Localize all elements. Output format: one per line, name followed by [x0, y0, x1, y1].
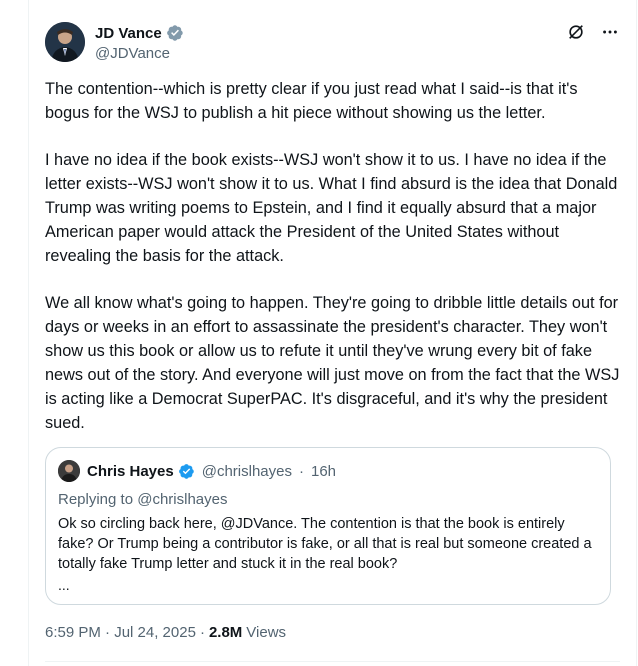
author-display-name[interactable]: JD Vance: [95, 25, 162, 42]
tweet-footer: 6:59 PM · Jul 24, 2025 · 2.8M Views: [45, 624, 286, 641]
quoted-text: Ok so circling back here, @JDVance. The …: [58, 516, 592, 572]
tweet-paragraph: I have no idea if the book exists--WSJ w…: [45, 151, 618, 265]
quoted-handle[interactable]: @chrislhayes: [202, 463, 292, 480]
replying-to: Replying to @chrislhayes: [58, 491, 228, 508]
quoted-tweet[interactable]: Chris Hayes @chrislhayes · 16h Replying …: [45, 447, 611, 605]
author-handle[interactable]: @JDVance: [95, 45, 184, 62]
grok-icon[interactable]: [566, 22, 586, 42]
tweet-card: JD Vance @JDVance The contention--which …: [28, 0, 637, 666]
meta-separator: ·: [298, 462, 304, 480]
tweet-paragraph: We all know what's going to happen. They…: [45, 294, 620, 432]
avatar[interactable]: [45, 22, 85, 62]
footer-separator: ·: [199, 624, 205, 641]
quoted-avatar[interactable]: [58, 460, 80, 482]
divider: [45, 661, 620, 662]
tweet-body: The contention--which is pretty clear if…: [45, 77, 620, 458]
verified-badge-icon: [166, 25, 183, 41]
quoted-display-name[interactable]: Chris Hayes: [87, 463, 174, 480]
more-icon[interactable]: [600, 22, 620, 42]
views-label: Views: [246, 624, 287, 641]
tweet-paragraph: The contention--which is pretty clear if…: [45, 80, 578, 122]
quoted-time[interactable]: 16h: [311, 463, 336, 480]
quoted-ellipsis: ...: [58, 577, 70, 593]
views-count: 2.8M: [208, 624, 243, 641]
verified-badge-icon: [178, 463, 194, 479]
tweet-timestamp[interactable]: 6:59 PM · Jul 24, 2025: [45, 624, 196, 641]
tweet-header: JD Vance @JDVance: [45, 22, 620, 66]
